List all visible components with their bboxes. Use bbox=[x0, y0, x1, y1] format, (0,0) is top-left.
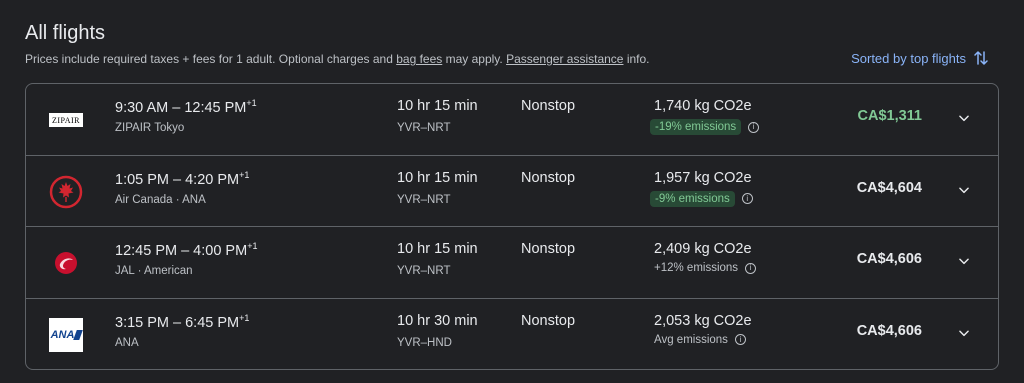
flight-duration: 10 hr 30 min bbox=[397, 312, 478, 329]
airline-names: JAL · American bbox=[115, 265, 193, 277]
airline-names: Air Canada · ANA bbox=[115, 193, 206, 206]
flight-times: 12:45 PM – 4:00 PM+1 bbox=[115, 241, 258, 259]
co2-amount: 1,957 kg CO2e bbox=[654, 169, 752, 186]
emissions-info: -19% emissions i bbox=[650, 119, 760, 135]
co2-amount: 1,740 kg CO2e bbox=[654, 98, 752, 114]
flight-stops: Nonstop bbox=[521, 312, 576, 329]
flight-times: 1:05 PM – 4:20 PM+1 bbox=[115, 169, 250, 188]
flight-duration: 10 hr 15 min bbox=[397, 98, 478, 114]
emissions-info: Avg emissions i bbox=[650, 334, 746, 346]
flight-route: YVR–NRT bbox=[397, 193, 451, 206]
plus-days: +1 bbox=[239, 169, 250, 180]
flight-row[interactable]: 1:05 PM – 4:20 PM+1 Air Canada · ANA 10 … bbox=[26, 156, 998, 227]
flight-price: CA$4,604 bbox=[856, 179, 922, 196]
info-icon[interactable]: i bbox=[748, 121, 760, 133]
info-icon[interactable]: i bbox=[734, 334, 746, 345]
jal-logo bbox=[48, 245, 84, 281]
flight-route: YVR–NRT bbox=[397, 265, 451, 277]
chevron-down-icon[interactable] bbox=[954, 251, 974, 271]
info-icon[interactable]: i bbox=[745, 262, 757, 274]
emissions-info: -9% emissions i bbox=[650, 190, 753, 207]
plus-days: +1 bbox=[247, 241, 258, 251]
plus-days: +1 bbox=[246, 98, 257, 108]
emissions-label: Avg emissions bbox=[654, 333, 728, 346]
page-title: All flights bbox=[25, 22, 106, 44]
emissions-label: +12% emissions bbox=[654, 262, 739, 274]
bag-fees-link[interactable]: bag fees bbox=[396, 52, 442, 66]
disclaimer-text-mid: may apply. bbox=[442, 52, 507, 66]
co2-amount: 2,053 kg CO2e bbox=[654, 312, 752, 329]
zipair-logo: ZIPAIR bbox=[48, 102, 84, 138]
price-disclaimer: Prices include required taxes + fees for… bbox=[25, 52, 650, 66]
ana-logo: ANA bbox=[48, 317, 84, 353]
flight-row[interactable]: ANA 3:15 PM – 6:45 PM+1 ANA 10 hr 30 min… bbox=[26, 299, 998, 370]
ana-logo-text: ANA bbox=[50, 328, 75, 341]
flight-row[interactable]: 12:45 PM – 4:00 PM+1 JAL · American 10 h… bbox=[26, 227, 998, 299]
sort-icon bbox=[974, 51, 988, 65]
sort-label: Sorted by top flights bbox=[851, 50, 966, 66]
chevron-down-icon[interactable] bbox=[954, 180, 974, 200]
flight-times: 3:15 PM – 6:45 PM+1 bbox=[115, 312, 250, 331]
airline-names: ANA bbox=[115, 336, 139, 349]
flight-route: YVR–HND bbox=[397, 336, 452, 349]
disclaimer-text: Prices include required taxes + fees for… bbox=[25, 52, 397, 66]
chevron-down-icon[interactable] bbox=[954, 108, 974, 128]
emissions-label: -19% emissions bbox=[650, 119, 742, 135]
flight-price: CA$4,606 bbox=[856, 322, 922, 339]
flight-stops: Nonstop bbox=[521, 241, 576, 257]
flight-price: CA$4,606 bbox=[856, 251, 922, 267]
plus-days: +1 bbox=[239, 312, 250, 323]
info-icon[interactable]: i bbox=[741, 193, 753, 204]
air-canada-logo bbox=[48, 174, 84, 210]
airline-names: ZIPAIR Tokyo bbox=[115, 122, 185, 134]
emissions-label: -9% emissions bbox=[650, 190, 735, 207]
chevron-down-icon[interactable] bbox=[954, 323, 974, 343]
flight-price: CA$1,311 bbox=[857, 108, 923, 124]
flight-route: YVR–NRT bbox=[397, 122, 451, 134]
flight-times: 9:30 AM – 12:45 PM+1 bbox=[115, 98, 257, 116]
flight-stops: Nonstop bbox=[521, 169, 576, 186]
co2-amount: 2,409 kg CO2e bbox=[654, 241, 752, 257]
flight-duration: 10 hr 15 min bbox=[397, 241, 478, 257]
disclaimer-text-end: info. bbox=[623, 52, 650, 66]
sort-button[interactable]: Sorted by top flights bbox=[851, 49, 990, 67]
zipair-logo-text: ZIPAIR bbox=[51, 115, 81, 125]
flight-list: ZIPAIR 9:30 AM – 12:45 PM+1 ZIPAIR Tokyo… bbox=[25, 83, 999, 370]
passenger-assistance-link[interactable]: Passenger assistance bbox=[506, 52, 623, 66]
emissions-info: +12% emissions i bbox=[650, 262, 757, 274]
flight-row[interactable]: ZIPAIR 9:30 AM – 12:45 PM+1 ZIPAIR Tokyo… bbox=[26, 84, 998, 156]
flight-stops: Nonstop bbox=[521, 98, 576, 114]
flight-duration: 10 hr 15 min bbox=[397, 169, 478, 186]
